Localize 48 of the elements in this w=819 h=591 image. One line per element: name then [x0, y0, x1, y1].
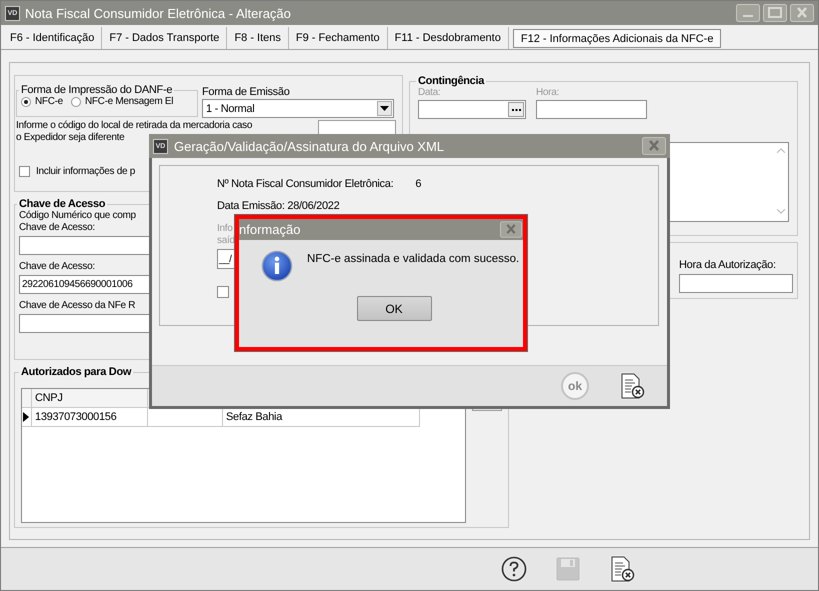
tab[interactable]: F9 - Fechamento — [288, 27, 388, 49]
column-header: CNPJ — [32, 389, 148, 407]
maximize-icon[interactable] — [763, 4, 787, 22]
help-icon[interactable] — [501, 556, 527, 582]
tab[interactable]: F6 - Identificação — [3, 27, 102, 49]
date-field[interactable]: __/ — [217, 249, 234, 269]
checkbox[interactable]: Incluir informações de p — [19, 166, 135, 177]
group-title: Chave de Acesso — [18, 198, 106, 210]
cancel-document-icon[interactable] — [609, 556, 635, 582]
tab[interactable]: F7 - Dados Transporte — [102, 27, 228, 49]
table-cell: 13937073000156 — [32, 408, 148, 426]
ok-button[interactable]: OK — [356, 296, 432, 321]
info-icon — [261, 250, 293, 282]
issue-date-text: Data Emissão: 28/06/2022 — [217, 200, 340, 212]
group-title: Forma de Impressão do DANF-e — [20, 84, 174, 96]
row-pointer-icon — [23, 412, 29, 422]
field-label: Forma de Emissão — [202, 86, 290, 98]
field-label: Chave de Acesso da NFe R — [19, 300, 136, 312]
close-icon[interactable] — [642, 137, 666, 155]
emission-dropdown[interactable]: 1 - Normal — [202, 99, 394, 118]
field-label: Nº Nota Fiscal Consumidor Eletrônica: — [217, 178, 394, 190]
field-label: Código Numérico que comp Chave de Acesso: — [19, 210, 136, 234]
tab[interactable]: F8 - Itens — [227, 27, 289, 49]
hint-text: Info — [217, 223, 232, 235]
input-field[interactable] — [679, 274, 793, 293]
field-label: Hora da Autorização: — [679, 259, 776, 271]
picker-button[interactable] — [508, 102, 524, 117]
radio-option[interactable]: NFC-e Mensagem El — [70, 96, 174, 107]
field-label: Hora: — [536, 87, 559, 98]
window-title: Nota Fiscal Consumidor Eletrônica - Alteração — [25, 6, 291, 20]
radio-option[interactable]: NFC-e — [21, 96, 63, 107]
field-label: Chave de Acesso: — [19, 261, 95, 273]
tab[interactable]: F12 - Informações Adicionais da NFC-e — [512, 29, 722, 48]
close-icon[interactable] — [790, 4, 814, 22]
input-field[interactable] — [418, 100, 526, 119]
input-field[interactable] — [536, 100, 647, 119]
group-title: Contingência — [417, 75, 486, 87]
field-label: Data: — [418, 87, 440, 98]
dialog-title: nformação — [239, 222, 300, 237]
tab[interactable]: F11 - Desdobramento — [388, 27, 509, 49]
field-value: 6 — [415, 178, 422, 190]
cancel-document-icon[interactable] — [619, 373, 645, 399]
group-title: Autorizados para Dow — [20, 366, 132, 378]
caret-icon — [380, 106, 389, 111]
minimize-icon[interactable] — [736, 4, 760, 22]
message-text: NFC-e assinada e validada com sucesso. — [307, 253, 520, 267]
checkbox[interactable] — [217, 286, 229, 298]
close-icon[interactable] — [500, 221, 522, 238]
